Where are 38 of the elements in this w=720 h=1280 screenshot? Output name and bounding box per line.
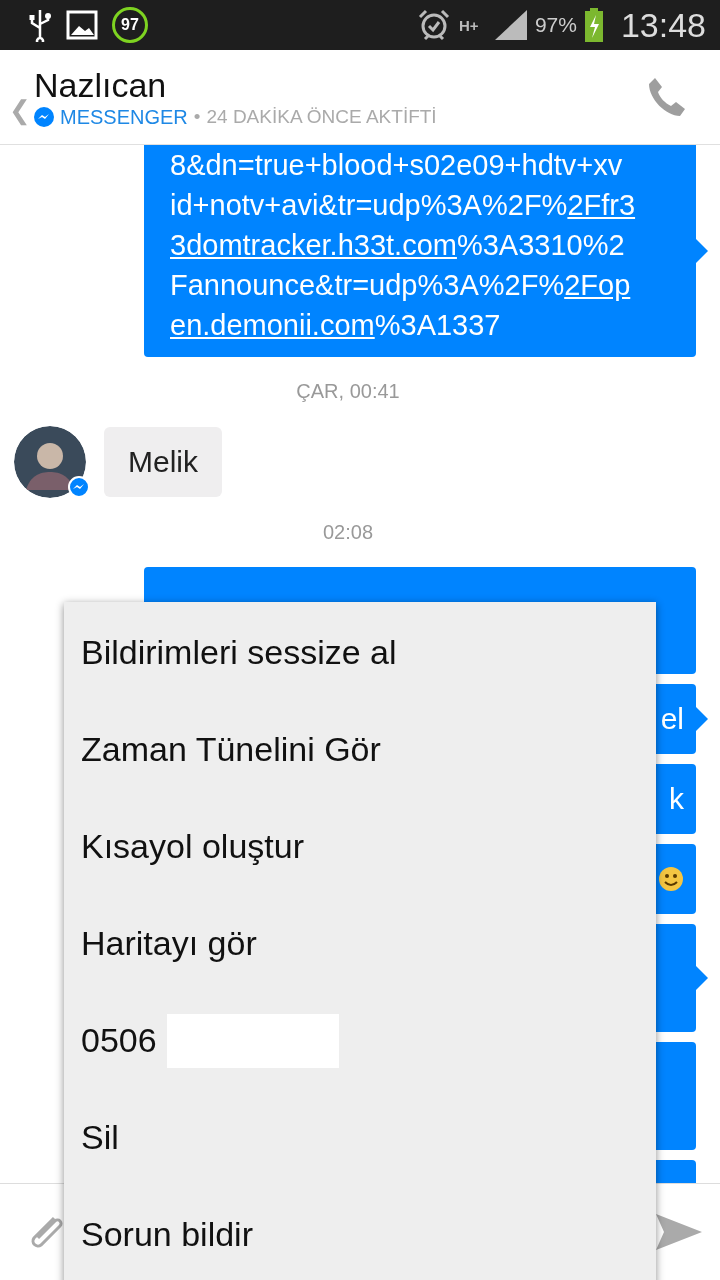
timestamp: ÇAR, 00:41 [295, 379, 401, 404]
menu-item[interactable]: Kısayol oluştur [64, 798, 656, 895]
menu-item[interactable]: Sorun bildir [64, 1186, 656, 1280]
message-link[interactable]: 3domtracker.h33t.com [170, 229, 457, 261]
contact-name: Nazlıcan [34, 65, 168, 104]
message-text: Fannounce&tr=udp%3A%2F% [170, 269, 565, 301]
image-icon [66, 10, 98, 40]
messenger-badge-icon [68, 476, 90, 498]
message-text: %3A1337 [374, 309, 501, 341]
activity-status: 24 DAKİKA ÖNCE AKTİFTİ [206, 106, 437, 128]
menu-item[interactable]: Zaman Tünelini Gör [64, 701, 656, 798]
battery-percent: 97% [534, 13, 577, 37]
timestamp: 02:08 [321, 520, 375, 545]
message-text: %3A3310%2 [456, 229, 625, 261]
send-icon[interactable] [654, 1212, 704, 1252]
message-text: k [669, 782, 684, 816]
message-text: el [660, 702, 684, 736]
battery-charging-icon [584, 8, 603, 42]
menu-item[interactable]: Bildirimleri sessize al [64, 604, 656, 701]
message-link[interactable]: 2Ffr3 [567, 189, 636, 221]
network-type: H+ [458, 16, 480, 34]
messenger-icon [34, 107, 54, 127]
alarm-icon [416, 8, 451, 42]
message-text: 8&dn=true+blood+s02e09+hdtv+xv [170, 149, 623, 181]
avatar [14, 426, 86, 498]
menu-item[interactable]: Sil [64, 1089, 656, 1186]
separator-dot: • [193, 106, 201, 128]
usb-icon [28, 8, 52, 42]
clock: 13:48 [620, 5, 706, 45]
menu-item[interactable]: Haritayı gör [64, 895, 656, 992]
smiley-icon [658, 866, 684, 892]
phone-number[interactable]: 0506 [81, 1021, 157, 1060]
message-link[interactable]: 2Fop [564, 269, 631, 301]
message-text: Melik [128, 445, 198, 478]
message-link[interactable]: en.demonii.com [170, 309, 375, 341]
message-text: id+notv+avi&tr=udp%3A%2F% [170, 189, 568, 221]
source-label: MESSENGER [60, 105, 188, 129]
notification-badge: 97 [112, 7, 148, 43]
